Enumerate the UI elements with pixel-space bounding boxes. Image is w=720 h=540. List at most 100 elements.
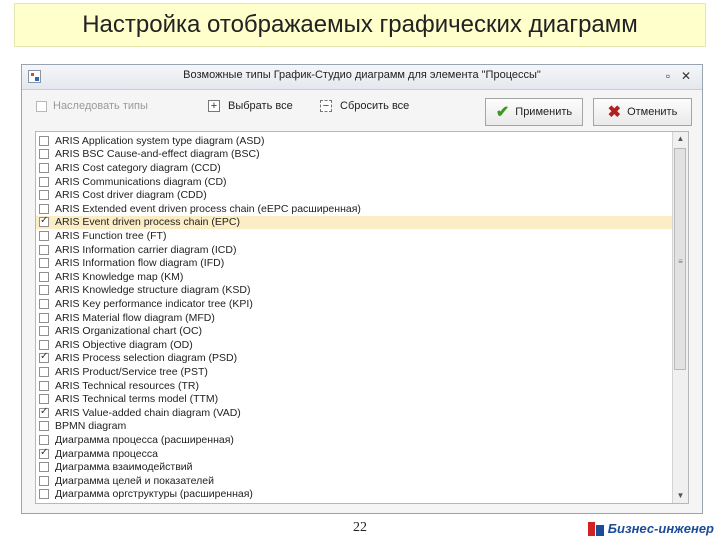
list-item[interactable]: ARIS Information carrier diagram (ICD): [36, 243, 673, 257]
checkbox-icon[interactable]: [39, 475, 49, 486]
list-item-label: ARIS Function tree (FT): [55, 229, 167, 242]
scroll-down-icon[interactable]: ▼: [673, 489, 688, 503]
checkbox-icon[interactable]: [39, 244, 49, 255]
checkbox-icon[interactable]: [39, 298, 49, 309]
cancel-button[interactable]: ✖ Отменить: [593, 98, 692, 126]
close-icon[interactable]: ✕: [678, 68, 694, 84]
checkbox-icon[interactable]: [39, 190, 49, 201]
scroll-up-icon[interactable]: ▲: [673, 132, 688, 146]
checkbox-icon: [36, 100, 47, 112]
checkbox-icon[interactable]: [39, 271, 49, 282]
checkbox-checked-icon[interactable]: [39, 447, 49, 459]
list-item[interactable]: ARIS Extended event driven process chain…: [36, 202, 673, 216]
list-item[interactable]: ARIS Process selection diagram (PSD): [36, 351, 673, 366]
brand-name: Бизнес-инженер: [607, 521, 714, 536]
checkbox-icon[interactable]: [39, 176, 49, 187]
list-item-label: ARIS Knowledge map (KM): [55, 270, 184, 283]
select-all-label: Выбрать все: [228, 100, 293, 112]
inherit-types-checkbox[interactable]: Наследовать типы: [36, 100, 148, 112]
checkbox-icon[interactable]: [39, 394, 49, 405]
list-item-label: ARIS Communications diagram (CD): [55, 175, 227, 188]
list-item-label: ARIS Information flow diagram (IFD): [55, 257, 225, 270]
minus-box-icon: −: [320, 100, 332, 112]
list-item[interactable]: ARIS Information flow diagram (IFD): [36, 256, 673, 270]
list-item[interactable]: ARIS Objective diagram (OD): [36, 338, 673, 352]
list-item[interactable]: Диаграмма процесса: [36, 447, 673, 461]
list-item[interactable]: ARIS Function tree (FT): [36, 229, 673, 243]
window-titlebar[interactable]: Возможные типы График-Студио диаграмм дл…: [22, 65, 702, 90]
list-item[interactable]: ARIS BSC Cause-and-effect diagram (BSC): [36, 148, 673, 162]
select-all-button[interactable]: + Выбрать все: [208, 100, 293, 112]
apply-label: Применить: [515, 106, 573, 118]
reset-all-button[interactable]: − Сбросить все: [320, 100, 409, 112]
list-item[interactable]: ARIS Technical terms model (TTM): [36, 392, 673, 406]
list-item[interactable]: Диаграмма взаимодействий: [36, 460, 673, 474]
checkbox-icon[interactable]: [39, 258, 49, 269]
list-item[interactable]: ARIS Knowledge map (KM): [36, 270, 673, 284]
list-item[interactable]: Диаграмма целей и показателей: [36, 474, 673, 488]
apply-button[interactable]: ✔ Применить: [485, 98, 583, 126]
list-item[interactable]: ARIS Application system type diagram (AS…: [36, 134, 673, 148]
checkbox-icon[interactable]: [39, 434, 49, 445]
list-item-label: ARIS Information carrier diagram (ICD): [55, 243, 237, 256]
checkbox-icon[interactable]: [39, 366, 49, 377]
checkbox-icon[interactable]: [39, 380, 49, 391]
list-item[interactable]: Диаграмма оргструктуры (расширенная): [36, 488, 673, 502]
cross-icon: ✖: [607, 104, 622, 121]
checkbox-icon[interactable]: [39, 489, 49, 500]
list-item[interactable]: ARIS Material flow diagram (MFD): [36, 311, 673, 325]
grip-icon: ≡: [678, 257, 683, 266]
list-item-label: Диаграмма оргструктуры (расширенная): [55, 488, 253, 501]
list-item-label: ARIS Knowledge structure diagram (KSD): [55, 284, 251, 297]
list-item-label: ARIS Application system type diagram (AS…: [55, 134, 265, 147]
vertical-scrollbar[interactable]: ▲ ≡ ▼: [672, 132, 688, 503]
list-item[interactable]: ARIS Communications diagram (CD): [36, 175, 673, 189]
list-item[interactable]: ARIS Value-added chain diagram (VAD): [36, 406, 673, 420]
list-item[interactable]: ARIS Key performance indicator tree (KPI…: [36, 297, 673, 311]
checkbox-icon[interactable]: [39, 135, 49, 146]
list-item-label: ARIS Product/Service tree (PST): [55, 365, 208, 378]
list-item[interactable]: ARIS Product/Service tree (PST): [36, 365, 673, 379]
list-item[interactable]: ARIS Technical resources (TR): [36, 379, 673, 393]
list-item-label: BPMN diagram: [55, 420, 127, 433]
diagram-type-list[interactable]: Диаграмма оргструктуры (расширенная) Диаг…: [35, 131, 689, 504]
checkbox-icon[interactable]: [39, 230, 49, 241]
list-item[interactable]: ARIS Cost category diagram (CCD): [36, 161, 673, 175]
toolbar: Наследовать типы + Выбрать все − Сбросит…: [22, 90, 702, 126]
list-item[interactable]: ARIS Knowledge structure diagram (KSD): [36, 284, 673, 298]
checkbox-icon[interactable]: [39, 149, 49, 160]
cancel-label: Отменить: [627, 106, 678, 118]
slide-title: Настройка отображаемых графических диагр…: [14, 3, 706, 47]
window-title: Возможные типы График-Студио диаграмм дл…: [183, 69, 541, 81]
list-item-label: Диаграмма взаимодействий: [55, 461, 193, 474]
list-item-label: Диаграмма целей и показателей: [55, 474, 214, 487]
checkbox-icon[interactable]: [39, 285, 49, 296]
checkbox-icon[interactable]: [39, 326, 49, 337]
checkbox-icon[interactable]: [39, 339, 49, 350]
list-item[interactable]: ARIS Event driven process chain (EPC): [36, 215, 673, 230]
inherit-types-label: Наследовать типы: [53, 100, 148, 112]
checkbox-icon[interactable]: [39, 203, 49, 214]
checkbox-icon[interactable]: [39, 312, 49, 323]
list-item-label: ARIS Technical terms model (TTM): [55, 393, 219, 406]
list-item-label: ARIS Event driven process chain (EPC): [55, 216, 240, 229]
scrollbar-thumb[interactable]: ≡: [674, 148, 686, 370]
brand-logo: Бизнес-инженер: [587, 521, 714, 536]
checkbox-checked-icon[interactable]: [39, 351, 49, 364]
checkbox-checked-icon[interactable]: [39, 406, 49, 418]
list-item-label: Диаграмма процесса: [55, 447, 158, 460]
checkbox-checked-icon[interactable]: [39, 215, 49, 228]
list-item[interactable]: ARIS Cost driver diagram (CDD): [36, 188, 673, 202]
list-item-label: ARIS Material flow diagram (MFD): [55, 311, 215, 324]
brand-mark-icon: [587, 521, 604, 536]
list-item[interactable]: ARIS Organizational chart (OC): [36, 324, 673, 338]
list-item-label: ARIS BSC Cause-and-effect diagram (BSC): [55, 148, 260, 161]
checkbox-icon[interactable]: [39, 462, 49, 473]
list-item-label: ARIS Cost category diagram (CCD): [55, 161, 221, 174]
checkbox-icon[interactable]: [39, 162, 49, 173]
list-item[interactable]: BPMN diagram: [36, 420, 673, 434]
list-item[interactable]: Диаграмма процесса (расширенная): [36, 433, 673, 447]
list-item-label: ARIS Cost driver diagram (CDD): [55, 189, 207, 202]
checkbox-icon[interactable]: [39, 421, 49, 432]
restore-icon[interactable]: ▫: [660, 68, 676, 84]
